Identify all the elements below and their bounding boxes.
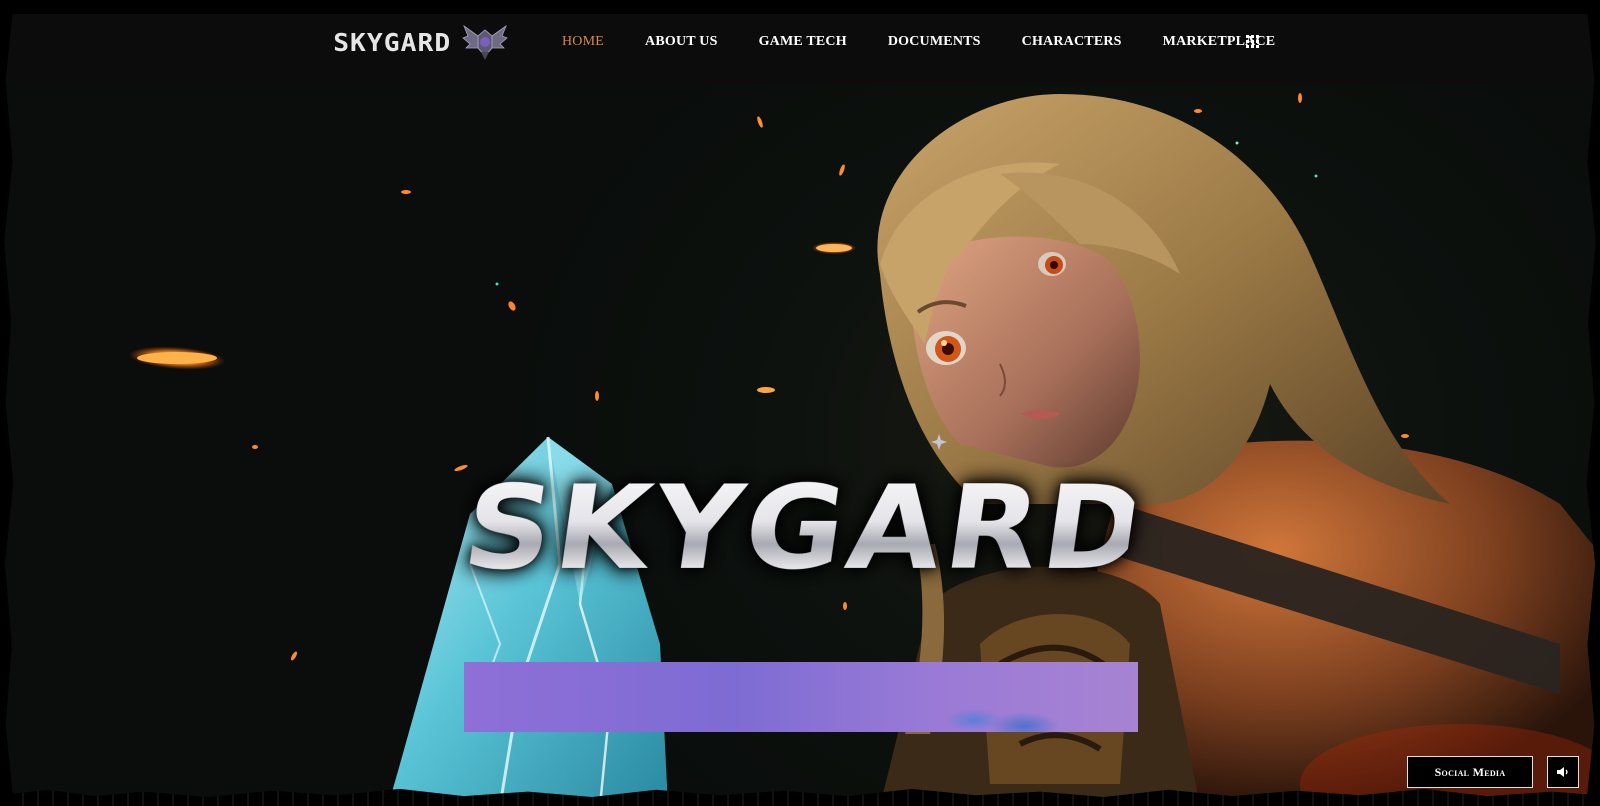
nav-home[interactable]: HOME xyxy=(562,30,604,54)
nav-game-tech[interactable]: GAME TECH xyxy=(759,30,847,54)
main-nav: HOME ABOUT US GAME TECH DOCUMENTS CHARAC… xyxy=(562,30,1316,54)
page: SKYGARD HOME ABOUT US GAME TECH DOCUMENT… xyxy=(0,0,1600,806)
video-thumbnail-art xyxy=(934,690,1074,732)
nav-about-us[interactable]: ABOUT US xyxy=(645,30,718,54)
video-thumbnail[interactable] xyxy=(464,662,1138,732)
social-media-button[interactable]: Social Media xyxy=(1407,756,1533,788)
nav-characters[interactable]: CHARACTERS xyxy=(1022,30,1122,54)
speaker-icon[interactable] xyxy=(1547,756,1579,788)
nav-documents[interactable]: DOCUMENTS xyxy=(888,30,981,54)
speaker-glyph xyxy=(1557,767,1568,777)
hero-title: SKYGARD xyxy=(455,454,1157,604)
top-navbar: SKYGARD HOME ABOUT US GAME TECH DOCUMENT… xyxy=(0,0,1600,84)
brand-name: SKYGARD xyxy=(333,27,452,57)
grid-dots-icon[interactable] xyxy=(1246,35,1260,49)
winged-emblem-icon xyxy=(462,24,509,60)
brand-logo[interactable]: SKYGARD xyxy=(333,22,509,62)
